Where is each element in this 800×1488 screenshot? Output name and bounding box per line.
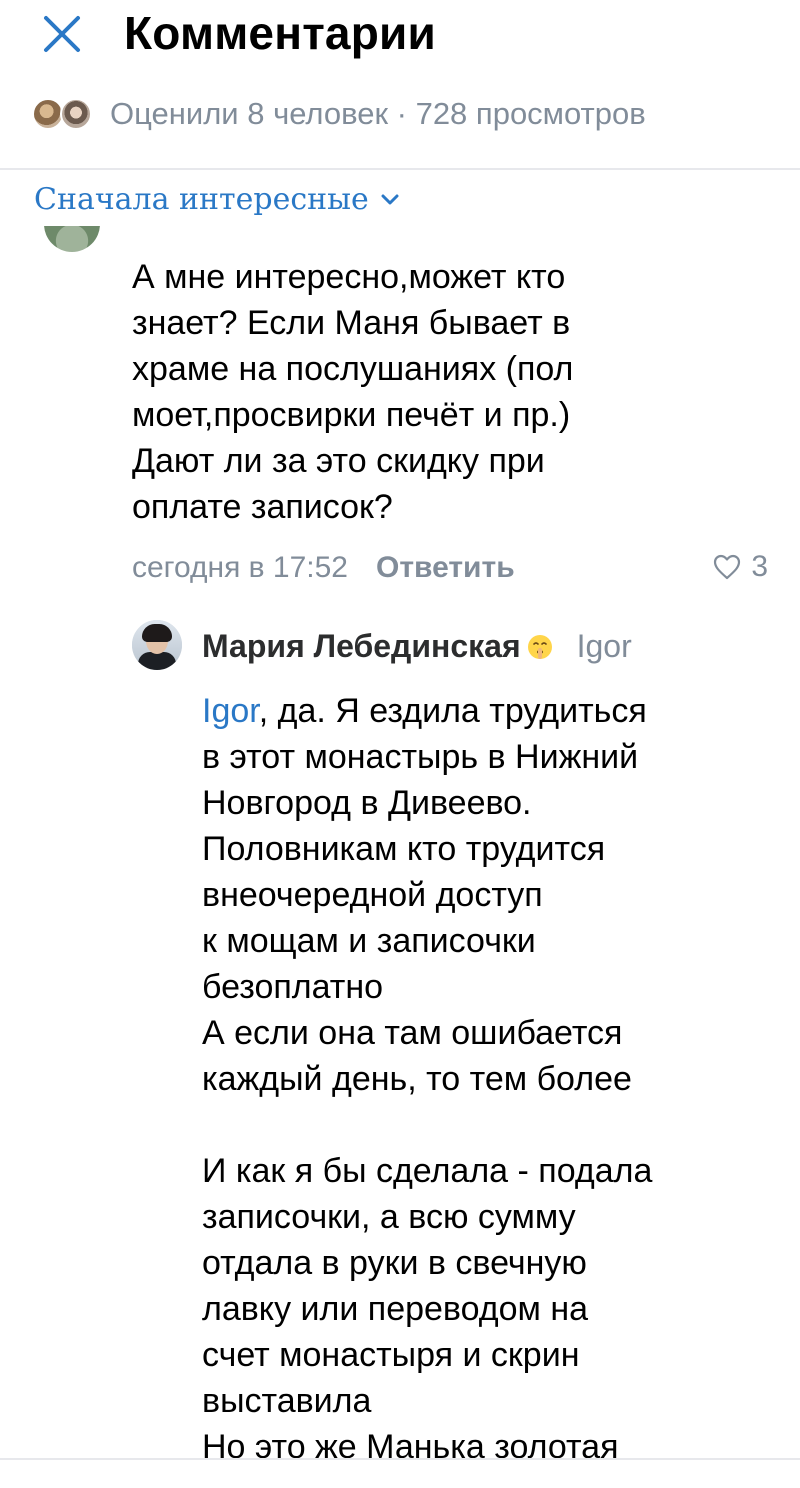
reply-header: Мария Лебединская Igor [202, 628, 632, 665]
like-button[interactable]: 3 [713, 550, 768, 584]
avatar[interactable] [132, 620, 182, 670]
sort-label: Сначала интересные [34, 182, 369, 217]
mention-link[interactable]: Igor [202, 692, 259, 730]
shushing-face-emoji-icon [527, 634, 552, 659]
header: Комментарии Оценили 8 человек · 728 прос… [0, 0, 800, 170]
bottom-bar [0, 1458, 800, 1488]
heart-icon [714, 554, 741, 580]
comment-text: А мне интересно,может кто знает? Если Ма… [132, 258, 574, 526]
like-count: 3 [751, 550, 768, 583]
comment-meta: сегодня в 17:52 Ответить 3 [132, 546, 772, 590]
liker-avatars[interactable] [32, 96, 96, 132]
reply-to-name[interactable]: Igor [577, 628, 632, 665]
comment-author-avatar[interactable] [44, 226, 100, 254]
sort-dropdown[interactable]: Сначала интересные [34, 182, 399, 217]
chevron-down-icon [381, 194, 399, 204]
stats-text: Оценили 8 человек · 728 просмотров [110, 96, 646, 131]
avatar [60, 98, 92, 130]
reply-body: , да. Я ездила трудиться в этот монастыр… [202, 692, 653, 1466]
close-icon[interactable] [40, 12, 84, 56]
reply-text: Igor, да. Я ездила трудиться в этот мона… [202, 688, 762, 1470]
page-title: Комментарии [124, 7, 436, 59]
reply-button[interactable]: Ответить [376, 551, 515, 585]
stats-row[interactable]: Оценили 8 человек · 728 просмотров [32, 90, 646, 138]
reply-author-name[interactable]: Мария Лебединская [202, 628, 521, 665]
comment-timestamp: сегодня в 17:52 [132, 551, 348, 584]
